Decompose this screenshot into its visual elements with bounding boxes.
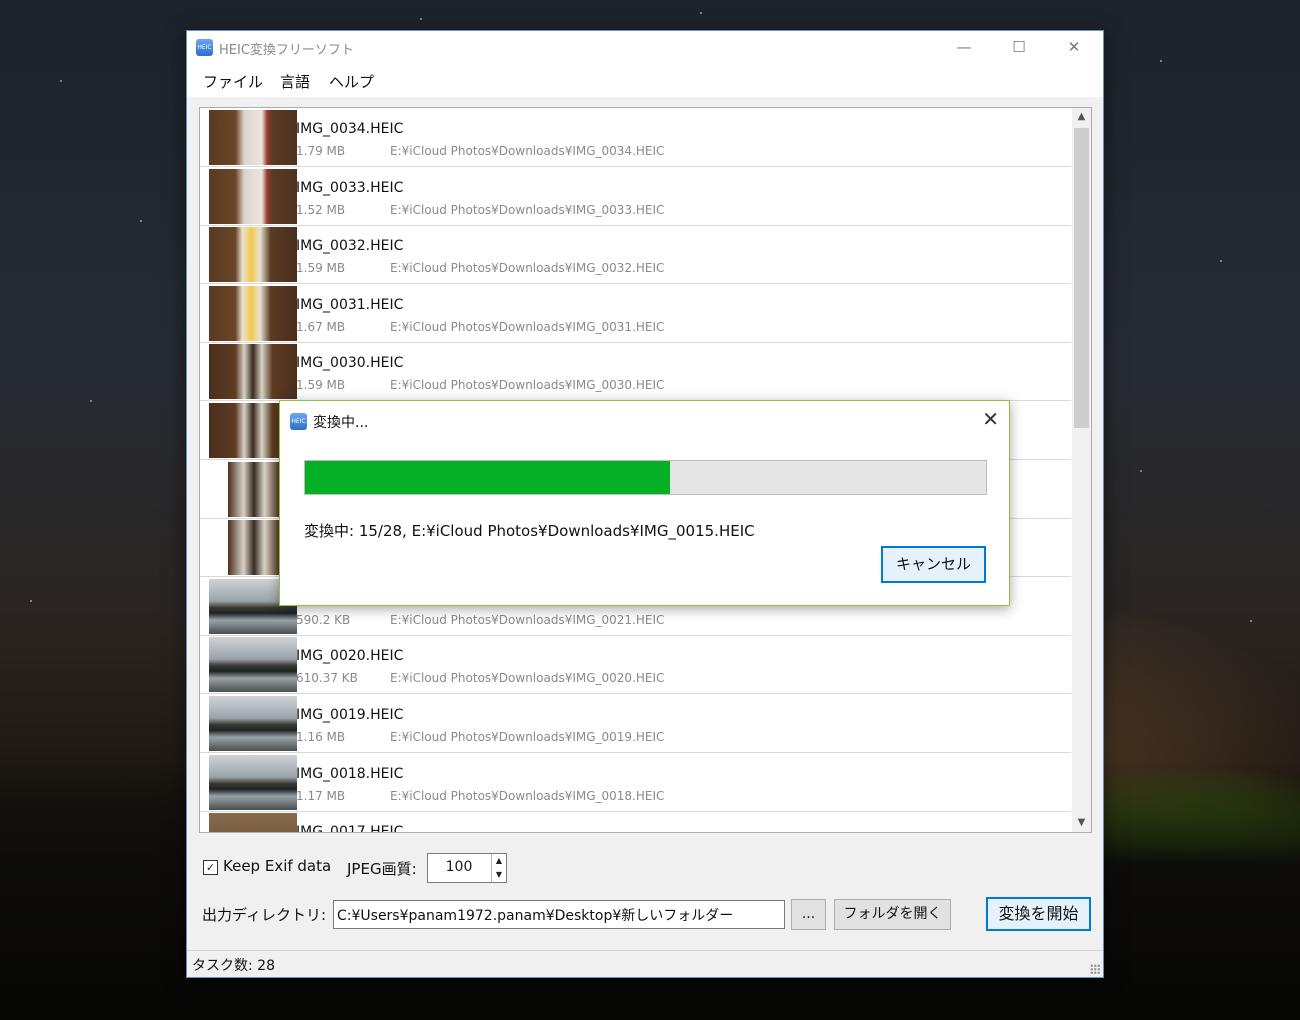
file-row[interactable]: IMG_0020.HEIC 610.37 KB E:¥iCloud Photos¥D… — [200, 635, 1071, 695]
file-size: 1.17 MB — [296, 788, 346, 803]
open-folder-button[interactable]: フォルダを開く — [834, 899, 951, 930]
star — [1220, 260, 1222, 262]
progress-fill — [305, 461, 670, 494]
file-row[interactable]: IMG_0033.HEIC 1.52 MB E:¥iCloud Photos¥Dow… — [200, 167, 1071, 226]
file-row[interactable]: IMG_0032.HEIC 1.59 MB E:¥iCloud Photos¥Dow… — [200, 225, 1071, 285]
spin-down-icon[interactable]: ▼ — [492, 868, 506, 882]
window-title: HEIC変換フリーソフト — [219, 43, 354, 58]
menu-language[interactable]: 言語 — [280, 71, 310, 92]
file-name: IMG_0034.HEIC — [296, 121, 404, 137]
progress-dialog: HEIC 変換中... ✕ 変換中: 15/28, E:¥iCloud Phot… — [279, 400, 1010, 606]
heic-app-icon: HEIC — [290, 413, 307, 430]
scroll-up-arrow-icon[interactable]: ▲ — [1072, 108, 1091, 126]
file-path: E:¥iCloud Photos¥Downloads¥IMG_0019.HEIC — [390, 730, 665, 744]
file-size: 1.67 MB — [296, 319, 346, 334]
menu-bar: ファイル 言語 ヘルプ — [187, 63, 1103, 97]
file-thumbnail — [209, 168, 297, 224]
file-size: 1.79 MB — [296, 144, 346, 158]
status-bar: タスク数: 28 — [187, 950, 1103, 977]
file-size: 1.52 MB — [296, 202, 346, 217]
star — [90, 400, 92, 402]
file-name: IMG_0030.HEIC — [296, 355, 404, 372]
spin-up-icon[interactable]: ▲ — [492, 854, 506, 868]
file-thumbnail — [209, 754, 297, 810]
file-thumbnail — [209, 110, 297, 165]
cancel-button[interactable]: キャンセル — [881, 546, 986, 583]
file-size: 1.16 MB — [296, 730, 346, 744]
file-thumbnail — [209, 227, 297, 283]
file-thumbnail — [209, 813, 297, 832]
title-bar[interactable]: HEIC HEIC変換フリーソフト — ☐ ✕ — [187, 31, 1103, 63]
scrollbar-thumb[interactable] — [1074, 128, 1089, 428]
dialog-close-icon[interactable]: ✕ — [982, 407, 999, 431]
menu-file[interactable]: ファイル — [203, 71, 263, 92]
file-path: E:¥iCloud Photos¥Downloads¥IMG_0032.HEIC — [390, 261, 665, 276]
scroll-down-arrow-icon[interactable]: ▼ — [1072, 814, 1091, 832]
file-row[interactable]: IMG_0034.HEIC 1.79 MB E:¥iCloud Photos¥Dow… — [200, 108, 1071, 167]
star — [60, 80, 62, 82]
file-row[interactable]: IMG_0031.HEIC 1.67 MB E:¥iCloud Photos¥Dow… — [200, 284, 1071, 343]
star — [1140, 470, 1142, 472]
file-name: IMG_0032.HEIC — [296, 238, 404, 255]
file-row[interactable]: IMG_0019.HEIC 1.16 MB E:¥iCloud Photos¥Dow… — [200, 694, 1071, 753]
keep-exif-label: Keep Exif data — [223, 857, 332, 875]
file-path: E:¥iCloud Photos¥Downloads¥IMG_0033.HEIC — [390, 202, 665, 217]
output-directory-label: 出力ディレクトリ: — [202, 906, 327, 924]
file-thumbnail — [209, 344, 297, 400]
file-name: IMG_0018.HEIC — [296, 765, 404, 782]
file-path: E:¥iCloud Photos¥Downloads¥IMG_0020.HEIC — [390, 671, 665, 686]
browse-button[interactable]: ... — [791, 899, 826, 930]
resize-grip-icon[interactable] — [1090, 964, 1100, 974]
output-path-input[interactable]: C:¥Users¥panam1972.panam¥Desktop¥新しいフォルダ… — [333, 900, 785, 929]
maximize-button[interactable]: ☐ — [996, 31, 1042, 63]
file-name: IMG_0033.HEIC — [296, 179, 404, 196]
minimize-button[interactable]: — — [941, 31, 987, 63]
file-row[interactable]: IMG_0030.HEIC 1.59 MB E:¥iCloud Photos¥Dow… — [200, 342, 1071, 402]
file-path: E:¥iCloud Photos¥Downloads¥IMG_0031.HEIC — [390, 319, 665, 334]
star — [1250, 620, 1252, 622]
file-thumbnail — [209, 696, 297, 751]
star — [700, 12, 702, 14]
start-conversion-button[interactable]: 変換を開始 — [986, 897, 1091, 931]
file-thumbnail — [209, 637, 297, 693]
file-name: IMG_0020.HEIC — [296, 648, 404, 665]
file-name: IMG_0031.HEIC — [296, 296, 404, 313]
star — [420, 18, 422, 20]
vertical-scrollbar[interactable]: ▲ ▼ — [1072, 108, 1091, 832]
file-thumbnail — [228, 461, 280, 517]
file-path: E:¥iCloud Photos¥Downloads¥IMG_0018.HEIC — [390, 788, 665, 803]
jpeg-quality-spinner[interactable]: 100 ▲ ▼ — [427, 853, 507, 883]
conversion-progress-bar — [304, 460, 987, 495]
file-size: 610.37 KB — [296, 671, 358, 686]
jpeg-quality-value[interactable]: 100 — [428, 859, 490, 875]
file-size: 1.59 MB — [296, 378, 346, 393]
file-thumbnail — [209, 285, 297, 341]
menu-help[interactable]: ヘルプ — [329, 71, 374, 92]
jpeg-quality-label: JPEG画質: — [347, 860, 417, 878]
file-row[interactable]: IMG_0017.HEIC — [200, 811, 1071, 833]
star — [30, 600, 32, 602]
task-count: タスク数: 28 — [192, 958, 275, 974]
keep-exif-checkbox[interactable]: ✓ — [203, 860, 218, 875]
file-path: E:¥iCloud Photos¥Downloads¥IMG_0030.HEIC — [390, 378, 665, 393]
heic-app-icon: HEIC — [196, 39, 213, 56]
star — [140, 220, 142, 222]
file-name: IMG_0017.HEIC — [296, 824, 404, 833]
output-path-value: C:¥Users¥panam1972.panam¥Desktop¥新しいフォルダ… — [337, 908, 734, 924]
file-name: IMG_0019.HEIC — [296, 707, 404, 723]
file-size: 1.59 MB — [296, 261, 346, 276]
dialog-title: 変換中... — [313, 415, 369, 431]
file-thumbnail — [228, 520, 280, 576]
file-path: E:¥iCloud Photos¥Downloads¥IMG_0034.HEIC — [390, 144, 665, 158]
file-row[interactable]: IMG_0018.HEIC 1.17 MB E:¥iCloud Photos¥Dow… — [200, 753, 1071, 812]
close-button[interactable]: ✕ — [1051, 31, 1097, 63]
file-size: 590.2 KB — [296, 612, 351, 627]
file-path: E:¥iCloud Photos¥Downloads¥IMG_0021.HEIC — [390, 612, 665, 627]
progress-message: 変換中: 15/28, E:¥iCloud Photos¥Downloads¥I… — [304, 522, 755, 540]
star — [1160, 60, 1162, 62]
